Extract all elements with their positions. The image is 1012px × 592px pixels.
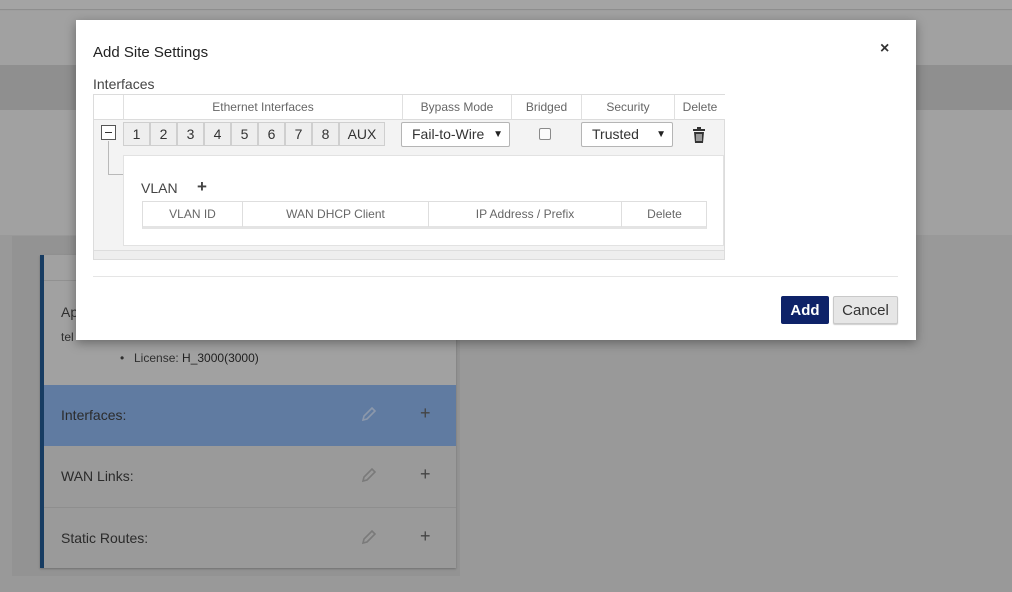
table-header-blank [94,95,123,120]
pencil-icon[interactable] [360,466,378,484]
appliance-model: tel [61,330,74,344]
add-button[interactable]: Add [781,296,829,324]
card-row-label: WAN Links: [61,468,134,484]
card-row-label: Static Routes: [61,530,149,546]
port-7-button[interactable]: 7 [285,122,312,146]
add-icon[interactable]: + [420,465,431,483]
header-ethernet-interfaces: Ethernet Interfaces [123,95,402,120]
license-item: License: H_3000(3000) [120,351,259,365]
header-vlan-id: VLAN ID [169,207,216,221]
header-vlan-delete: Delete [621,202,707,227]
bridged-checkbox[interactable] [539,128,551,140]
card-row-static-routes[interactable]: Static Routes: + [44,507,456,568]
interfaces-table: Ethernet Interfaces Bypass Mode Bridged … [93,94,725,260]
vlan-table: VLAN ID WAN DHCP Client IP Address / Pre… [142,201,707,229]
add-icon[interactable]: + [420,404,431,422]
close-icon[interactable]: × [880,40,889,58]
tree-connector [108,141,109,174]
card-row-interfaces[interactable]: Interfaces: + [44,385,456,446]
port-4-button[interactable]: 4 [204,122,231,146]
card-row-label: Interfaces: [61,407,127,423]
tree-connector [108,174,123,175]
port-2-button[interactable]: 2 [150,122,177,146]
interfaces-table-footer [94,250,724,259]
card-row-wan-links[interactable]: WAN Links: + [44,446,456,507]
caret-down-icon: ▼ [656,129,666,140]
trash-icon[interactable] [692,127,706,143]
security-value: Trusted [592,126,639,142]
security-select[interactable]: Trusted ▼ [581,122,673,147]
collapse-minus-icon[interactable] [101,125,116,140]
port-6-button[interactable]: 6 [258,122,285,146]
header-bridged: Bridged [511,95,581,120]
add-vlan-icon[interactable]: + [197,178,207,196]
background-topbar [0,0,1012,10]
header-delete: Delete [674,95,725,120]
port-1-button[interactable]: 1 [123,122,150,146]
pencil-icon[interactable] [360,405,378,423]
bypass-mode-value: Fail-to-Wire [412,126,485,142]
port-8-button[interactable]: 8 [312,122,339,146]
license-label: License: [134,351,179,365]
pencil-icon[interactable] [360,528,378,546]
add-icon[interactable]: + [420,527,431,545]
header-bypass-mode: Bypass Mode [402,95,511,120]
vlan-label: VLAN [141,180,178,196]
port-aux-button[interactable]: AUX [339,122,385,146]
dialog-divider [93,276,898,277]
header-wan-dhcp-client: WAN DHCP Client [242,202,428,227]
add-site-settings-dialog: Add Site Settings × Interfaces Ethernet … [76,20,916,340]
cancel-button[interactable]: Cancel [833,296,898,324]
license-value: H_3000(3000) [182,351,259,365]
caret-down-icon: ▼ [493,129,503,140]
port-3-button[interactable]: 3 [177,122,204,146]
interfaces-section-label: Interfaces [93,76,155,92]
vlan-panel: VLAN + VLAN ID WAN DHCP Client IP Addres… [123,155,724,246]
dialog-title: Add Site Settings [93,44,209,61]
header-ip-address-prefix: IP Address / Prefix [428,202,621,227]
bypass-mode-select[interactable]: Fail-to-Wire ▼ [401,122,510,147]
header-security: Security [581,95,674,120]
port-5-button[interactable]: 5 [231,122,258,146]
